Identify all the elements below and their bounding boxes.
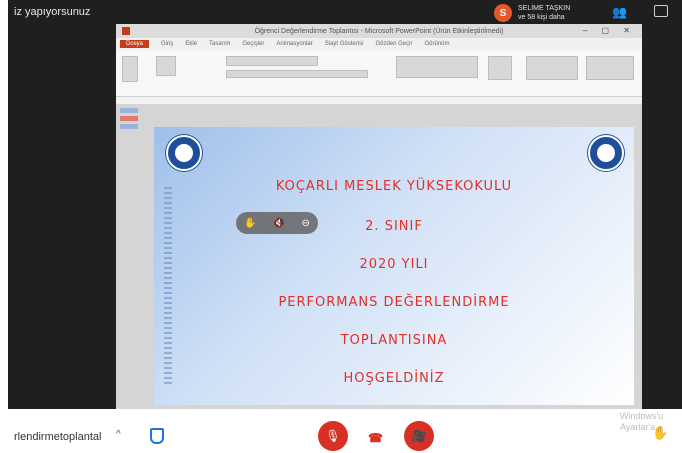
ppt-editor-area: KOÇARLI MESLEK YÜKSEKOKULU 2. SINIF 2020… <box>116 104 642 409</box>
decorative-strip <box>164 187 172 387</box>
font-selector[interactable] <box>226 56 318 66</box>
shapes-button[interactable] <box>488 56 512 80</box>
tab-slideshow[interactable]: Slayt Gösterisi <box>325 41 364 47</box>
ribbon-tabs: Dosya Giriş Ekle Tasarım Geçişler Animas… <box>116 38 642 50</box>
mic-off-icon: 🎙 <box>325 429 341 443</box>
tab-animations[interactable]: Animasyonlar <box>276 41 312 47</box>
presenter-name: SELİME TAŞKIN <box>518 5 571 12</box>
slide-thumbnails[interactable] <box>120 108 148 148</box>
powerpoint-window: Öğrenci Değerlendirme Toplantısı - Micro… <box>116 24 642 409</box>
powerpoint-icon <box>122 27 130 35</box>
ribbon <box>116 50 642 97</box>
mute-icon[interactable]: 🔇 <box>273 218 285 229</box>
people-icon[interactable]: 👥 <box>612 5 627 19</box>
editing-buttons[interactable] <box>586 56 634 80</box>
tab-insert[interactable]: Ekle <box>185 41 197 47</box>
tab-design[interactable]: Tasarım <box>209 41 230 47</box>
hand-icon[interactable]: ✋ <box>244 218 256 229</box>
slide-canvas[interactable]: KOÇARLI MESLEK YÜKSEKOKULU 2. SINIF 2020… <box>154 127 634 405</box>
minus-icon[interactable]: ⊖ <box>301 218 309 229</box>
presenter-more: ve 58 kişi daha <box>518 14 565 21</box>
school-logo <box>166 135 202 171</box>
university-logo <box>588 135 624 171</box>
paragraph-buttons[interactable] <box>396 56 478 78</box>
raise-hand-icon[interactable]: ✋ <box>652 425 668 441</box>
meet-controls-bar: rlendirmetoplantal ^ 🎙 ☎ 🎥 Windows'u Aya… <box>0 409 682 453</box>
font-format-buttons[interactable] <box>226 70 368 78</box>
microphone-button[interactable]: 🎙 <box>318 421 348 451</box>
slide-performance: PERFORMANS DEĞERLENDİRME <box>278 295 510 310</box>
hang-up-button[interactable]: ☎ <box>368 431 383 445</box>
tab-view[interactable]: Görünüm <box>424 41 449 47</box>
thumbnail[interactable] <box>120 108 138 113</box>
tab-transitions[interactable]: Geçişler <box>242 41 264 47</box>
meeting-name: rlendirmetoplantal <box>14 431 102 443</box>
slide-meeting: TOPLANTISINA <box>340 333 448 348</box>
presentation-toolbar: ✋ 🔇 ⊖ <box>236 212 318 234</box>
quick-styles-button[interactable] <box>526 56 578 80</box>
window-controls[interactable]: – ▢ ✕ <box>583 26 636 35</box>
paste-button[interactable] <box>122 56 138 82</box>
avatar: S <box>494 4 512 22</box>
slide-year: 2020 YILI <box>359 257 429 272</box>
camera-button[interactable]: 🎥 <box>404 421 434 451</box>
ppt-window-title: Öğrenci Değerlendirme Toplantısı - Micro… <box>254 27 504 35</box>
presenter-info[interactable]: S SELİME TAŞKIN ve 58 kişi daha <box>494 2 570 24</box>
ppt-titlebar: Öğrenci Değerlendirme Toplantısı - Micro… <box>116 24 642 38</box>
slide-title: KOÇARLI MESLEK YÜKSEKOKULU <box>275 179 513 194</box>
new-slide-button[interactable] <box>156 56 176 76</box>
slide-class: 2. SINIF <box>365 219 423 234</box>
tab-home[interactable]: Giriş <box>161 41 173 47</box>
shield-icon[interactable] <box>150 428 164 444</box>
tab-file[interactable]: Dosya <box>120 40 150 48</box>
presenting-status: iz yapıyorsunuz <box>14 6 91 18</box>
tab-review[interactable]: Gözden Geçir <box>375 41 412 47</box>
chevron-up-icon[interactable]: ^ <box>116 429 121 440</box>
meet-video-area: iz yapıyorsunuz S SELİME TAŞKIN ve 58 ki… <box>8 0 682 453</box>
camera-off-icon: 🎥 <box>411 429 427 443</box>
thumbnail[interactable] <box>120 124 138 129</box>
thumbnail[interactable] <box>120 116 138 121</box>
slide-welcome: HOŞGELDİNİZ <box>343 371 445 386</box>
chat-icon[interactable] <box>654 5 668 17</box>
